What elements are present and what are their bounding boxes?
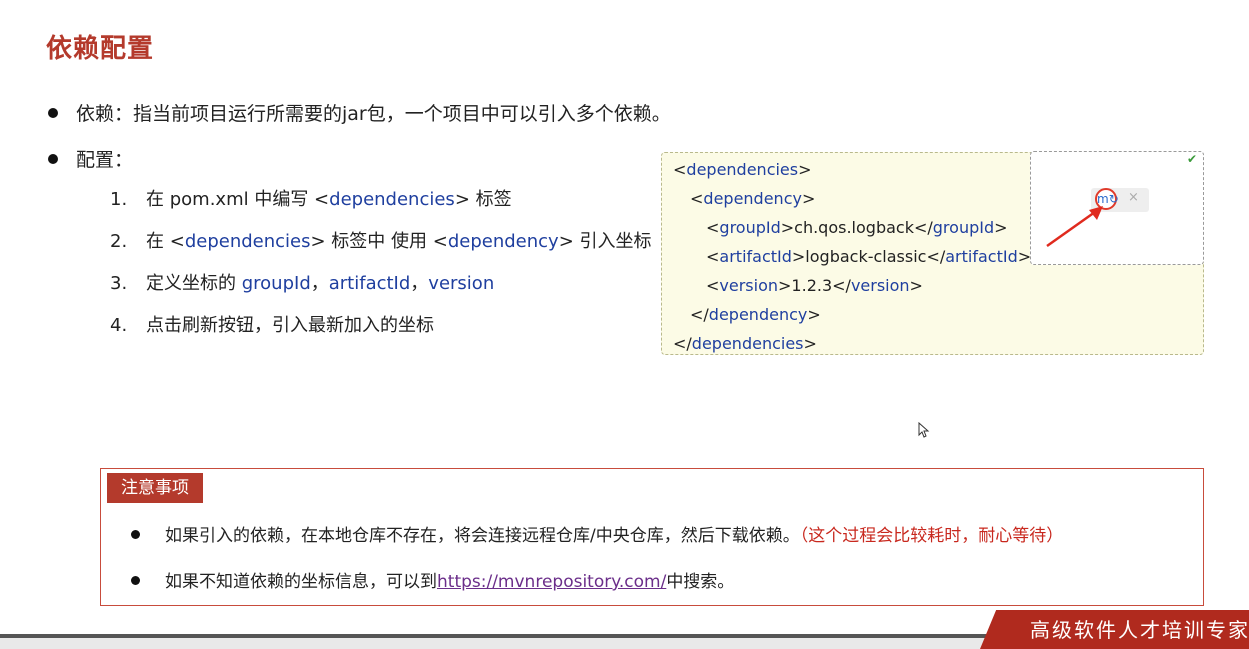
code-bracket: > <box>801 189 816 208</box>
code-tag: dependency <box>708 305 808 324</box>
bullet-dot <box>131 529 140 539</box>
close-icon[interactable]: × <box>1128 190 1139 205</box>
bullet-dot <box>48 107 58 118</box>
bullet-text: 配置： <box>76 149 134 171</box>
step-text: 点击刷新按钮，引入最新加入的坐标 <box>146 315 434 336</box>
notice-text: 中搜索。 <box>666 572 735 592</box>
step-number: 2. <box>110 231 128 252</box>
step-number: 4. <box>110 315 128 336</box>
step-4: 4. 点击刷新按钮，引入最新加入的坐标 <box>110 312 652 354</box>
code-bracket: > <box>798 160 812 179</box>
code-tag: artifactId <box>945 247 1018 266</box>
mouse-cursor-icon <box>918 421 930 442</box>
code-tag: groupId <box>719 218 781 237</box>
step-text: 在 < <box>146 231 185 252</box>
step-number: 3. <box>110 273 128 294</box>
step-text: ， <box>310 273 329 294</box>
step-number: 1. <box>110 189 128 210</box>
maven-refresh-popup: ✔ m↻ × <box>1030 151 1204 265</box>
steps-list: 1. 在 pom.xml 中编写 <dependencies> 标签 2. 在 <d… <box>110 186 652 354</box>
code-tag: artifactId <box>719 247 792 266</box>
step-keyword: dependencies <box>184 231 311 252</box>
step-keyword: dependencies <box>329 189 455 210</box>
step-keyword: version <box>428 273 495 294</box>
step-text: > 标签中 使用 < <box>310 231 448 252</box>
notice-label: 注意事项 <box>107 473 203 503</box>
step-text: 在 pom.xml 中编写 < <box>146 189 330 210</box>
code-tag: dependencies <box>686 160 799 179</box>
mvnrepository-link[interactable]: https://mvnrepository.com/ <box>437 572 666 592</box>
step-3: 3. 定义坐标的 groupId，artifactId，version <box>110 270 652 312</box>
step-keyword: dependency <box>447 231 559 252</box>
code-value: 1.2.3 <box>791 276 833 295</box>
check-icon: ✔ <box>1186 152 1197 166</box>
code-line: <artifactId>logback-classic</artifactId> <box>706 247 1032 266</box>
code-bracket: < <box>690 189 704 208</box>
code-line: <dependency> <box>690 189 815 208</box>
arrow-icon <box>1046 206 1103 248</box>
step-text: > 标签 <box>454 189 512 210</box>
code-line: </dependencies> <box>673 334 817 353</box>
code-line: <version>1.2.3</version> <box>706 276 923 295</box>
step-text: > 引入坐标 <box>558 231 652 252</box>
code-tag: version <box>850 276 910 295</box>
notice-item-2: 如果不知道依赖的坐标信息，可以到https://mvnrepository.co… <box>131 567 734 592</box>
bullet-dot <box>48 153 58 164</box>
code-line: <dependencies> <box>673 160 812 179</box>
code-bracket: < <box>673 160 687 179</box>
code-tag: version <box>719 276 779 295</box>
step-2: 2. 在 <dependencies> 标签中 使用 <dependency> 引… <box>110 228 652 270</box>
step-1: 1. 在 pom.xml 中编写 <dependencies> 标签 <box>110 186 652 228</box>
code-tag: groupId <box>932 218 995 237</box>
code-line: </dependency> <box>690 305 821 324</box>
code-tag: dependency <box>703 189 802 208</box>
step-text: ， <box>410 273 429 294</box>
code-line: <groupId>ch.qos.logback</groupId> <box>706 218 1008 237</box>
bullet-dependency-definition: 依赖：指当前项目运行所需要的jar包，一个项目中可以引入多个依赖。 <box>48 99 671 126</box>
notice-box: 注意事项 如果引入的依赖，在本地仓库不存在，将会连接远程仓库/中央仓库，然后下载… <box>100 468 1204 606</box>
code-value: ch.qos.logback <box>794 218 914 237</box>
step-keyword: groupId <box>241 273 311 294</box>
step-text: 定义坐标的 <box>146 273 242 294</box>
code-value: logback-classic <box>805 247 927 266</box>
bullet-dot <box>131 575 140 585</box>
brand-slogan: 高级软件人才培训专家 <box>1030 618 1249 642</box>
notice-item-1: 如果引入的依赖，在本地仓库不存在，将会连接远程仓库/中央仓库，然后下载依赖。（这… <box>131 521 1063 546</box>
page-title: 依赖配置 <box>46 34 155 64</box>
notice-highlight: （这个过程会比较耗时，耐心等待） <box>799 526 1064 546</box>
step-keyword: artifactId <box>328 273 411 294</box>
bottom-divider <box>0 634 1000 638</box>
notice-text: 如果引入的依赖，在本地仓库不存在，将会连接远程仓库/中央仓库，然后下载依赖。 <box>165 526 800 546</box>
code-tag: dependencies <box>691 334 804 353</box>
notice-text: 如果不知道依赖的坐标信息，可以到 <box>165 572 437 592</box>
bullet-configuration: 配置： <box>48 145 133 172</box>
bullet-text: 依赖：指当前项目运行所需要的jar包，一个项目中可以引入多个依赖。 <box>76 103 671 125</box>
